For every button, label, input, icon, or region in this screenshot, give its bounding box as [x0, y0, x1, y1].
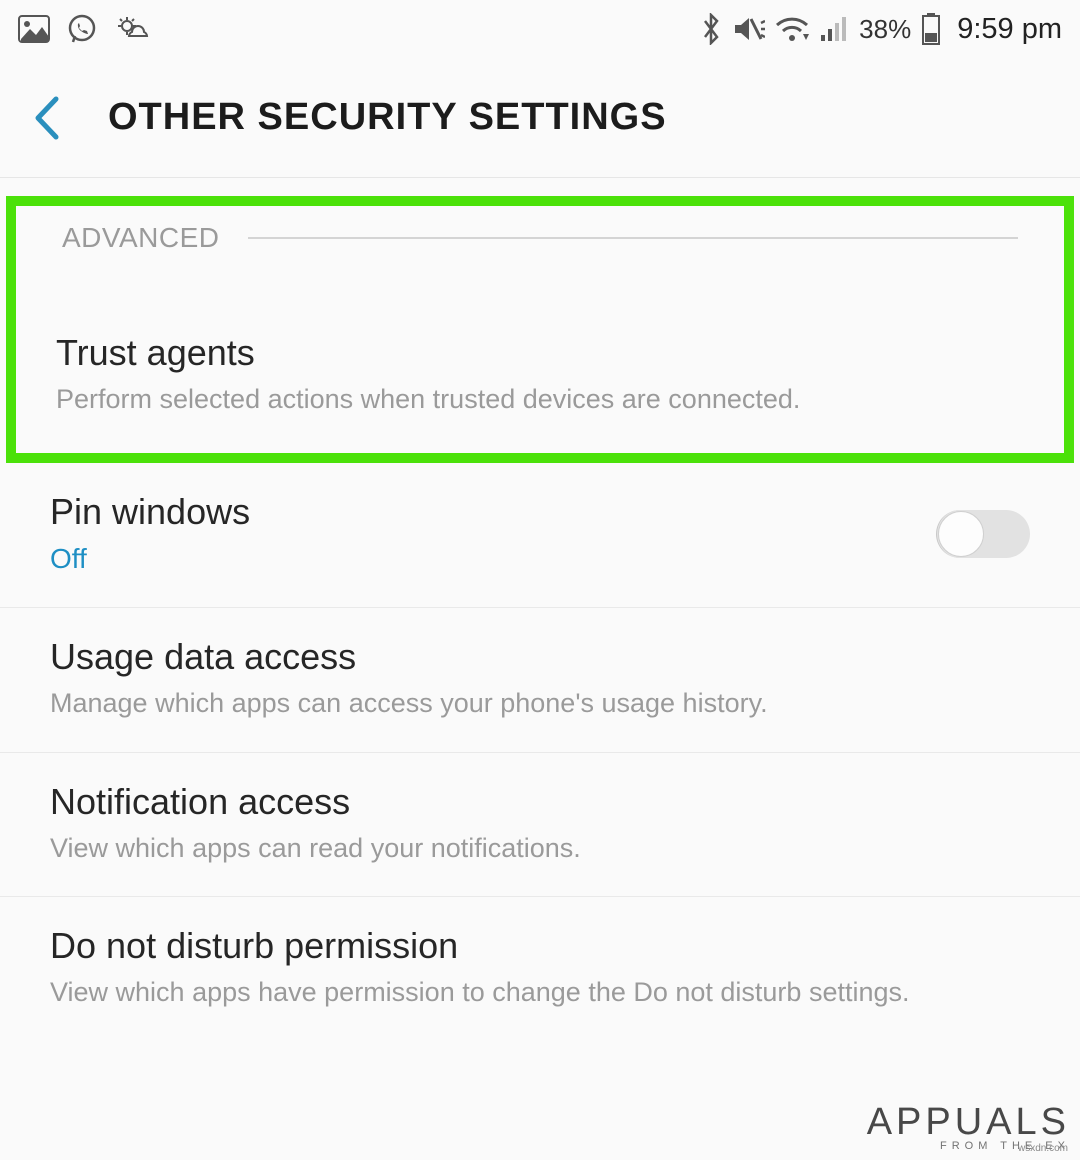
setting-subtitle: View which apps have permission to chang…	[50, 975, 1030, 1010]
back-button[interactable]	[22, 95, 72, 141]
status-right-icons: 38% 9:59 pm	[701, 13, 1062, 46]
chevron-left-icon	[32, 95, 62, 141]
setting-state: Off	[50, 541, 916, 577]
page-title: OTHER SECURITY SETTINGS	[108, 96, 667, 139]
setting-pin-windows[interactable]: Pin windows Off	[0, 463, 1080, 608]
watermark-brand: APPUALS	[867, 1101, 1070, 1144]
setting-notification-access[interactable]: Notification access View which apps can …	[0, 753, 1080, 897]
setting-usage-data-access[interactable]: Usage data access Manage which apps can …	[0, 608, 1080, 752]
status-left-icons	[18, 13, 154, 45]
bluetooth-icon	[701, 13, 721, 45]
section-label: ADVANCED	[62, 222, 220, 254]
setting-subtitle: Manage which apps can access your phone'…	[50, 686, 1030, 721]
settings-list: Pin windows Off Usage data access Manage…	[0, 463, 1080, 1040]
watermark: APPUALS FROM THE EX wsxdn.com	[867, 1101, 1070, 1152]
gallery-icon	[18, 15, 50, 43]
clock-text: 9:59 pm	[957, 13, 1062, 46]
battery-icon	[921, 13, 941, 45]
setting-subtitle: View which apps can read your notificati…	[50, 831, 1030, 866]
status-bar: 38% 9:59 pm	[0, 0, 1080, 58]
setting-subtitle: Perform selected actions when trusted de…	[56, 382, 1024, 417]
weather-icon	[114, 14, 154, 44]
section-divider	[248, 237, 1018, 239]
setting-title: Notification access	[50, 781, 1030, 823]
section-header-advanced: ADVANCED	[16, 206, 1064, 254]
setting-trust-agents[interactable]: Trust agents Perform selected actions wh…	[16, 254, 1064, 453]
highlight-annotation: ADVANCED Trust agents Perform selected a…	[6, 196, 1074, 463]
setting-dnd-permission[interactable]: Do not disturb permission View which app…	[0, 897, 1080, 1040]
battery-percent-text: 38%	[859, 14, 911, 45]
mute-vibrate-icon	[731, 13, 765, 45]
wifi-icon	[775, 15, 809, 43]
pin-windows-toggle[interactable]	[936, 510, 1030, 558]
watermark-source: wsxdn.com	[1018, 1143, 1068, 1154]
setting-title: Usage data access	[50, 636, 1030, 678]
toggle-knob	[938, 511, 984, 557]
setting-title: Pin windows	[50, 491, 916, 533]
setting-title: Do not disturb permission	[50, 925, 1030, 967]
app-bar: OTHER SECURITY SETTINGS	[0, 58, 1080, 178]
signal-icon	[819, 15, 847, 43]
setting-title: Trust agents	[56, 332, 1024, 374]
whatsapp-icon	[66, 13, 98, 45]
